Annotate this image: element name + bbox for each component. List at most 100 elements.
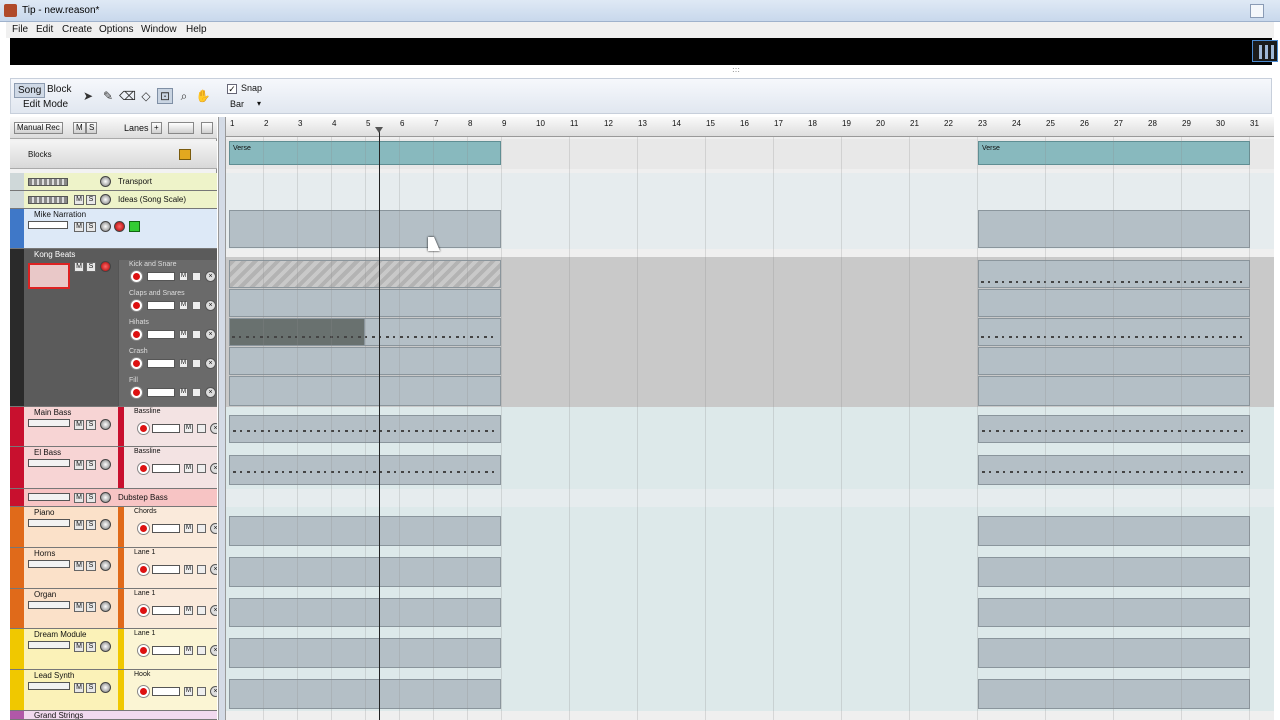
selection-arrow-icon[interactable]: ➤ (80, 88, 96, 104)
solo-button[interactable]: S (86, 561, 96, 571)
close-icon[interactable]: × (205, 271, 216, 282)
lane-solo-button[interactable] (192, 330, 201, 339)
clip[interactable] (978, 516, 1250, 546)
track-kong-beats[interactable]: Kong Beats M S Kick and Snare M × Claps … (10, 249, 217, 407)
delete-lane-button[interactable] (201, 122, 213, 134)
mute-button[interactable]: M (74, 420, 84, 430)
close-icon[interactable]: × (210, 686, 217, 697)
lane-solo-button[interactable] (192, 388, 201, 397)
song-mode-button[interactable]: Song (14, 83, 46, 98)
clip[interactable] (978, 210, 1250, 248)
close-icon[interactable]: × (205, 300, 216, 311)
lane-solo-button[interactable] (197, 606, 206, 615)
lane-hihats[interactable]: Hihats M × (118, 318, 217, 347)
lane-mute-button[interactable]: M (184, 687, 193, 696)
solo-all-button[interactable]: S (86, 122, 98, 134)
settings-knob-icon[interactable] (100, 641, 111, 652)
settings-knob-icon[interactable] (100, 176, 111, 187)
mute-button[interactable]: M (74, 520, 84, 530)
add-lane-button[interactable]: + (151, 122, 162, 134)
lane-select[interactable] (152, 646, 180, 655)
lane-solo-button[interactable] (197, 687, 206, 696)
dubstep-lane[interactable] (226, 489, 1274, 507)
blocks-lane[interactable]: Verse Verse (226, 139, 1274, 169)
horns-lane[interactable] (226, 548, 1274, 589)
track-transport[interactable]: Transport (10, 173, 217, 191)
lane-solo-button[interactable] (197, 424, 206, 433)
close-icon[interactable]: × (210, 523, 217, 534)
solo-button[interactable]: S (86, 520, 96, 530)
menu-create[interactable]: Create (62, 24, 92, 35)
ideas-lane[interactable] (226, 191, 1274, 209)
lane-select[interactable] (152, 606, 180, 615)
kong-lanes[interactable] (226, 257, 1274, 407)
mute-button[interactable]: M (74, 642, 84, 652)
lane-record-icon[interactable] (131, 358, 142, 369)
lane-hook[interactable]: Hook M × (118, 670, 217, 710)
clip[interactable] (978, 318, 1250, 346)
track-handle[interactable] (10, 173, 24, 190)
transport-lane[interactable] (226, 173, 1274, 191)
solo-button[interactable]: S (86, 460, 96, 470)
close-icon[interactable]: × (210, 423, 217, 434)
mute-button[interactable]: M (74, 195, 84, 205)
menu-options[interactable]: Options (99, 24, 133, 35)
mute-tool-icon[interactable]: ⊡ (157, 88, 173, 104)
close-icon[interactable]: × (205, 358, 216, 369)
lane-mute-button[interactable]: M (179, 330, 188, 339)
lane-select[interactable] (147, 330, 175, 339)
track-el-bass[interactable]: El Bass M S Bassline M × (10, 447, 217, 489)
pencil-icon[interactable]: ✎ (100, 88, 116, 104)
close-icon[interactable]: × (205, 387, 216, 398)
lane-solo-button[interactable] (197, 524, 206, 533)
lane-lane-1[interactable]: Lane 1 M × (118, 589, 217, 628)
close-icon[interactable]: × (210, 564, 217, 575)
track-dubstep-bass[interactable]: M S Dubstep Bass (10, 489, 217, 507)
track-dream-module[interactable]: Dream Module M S Lane 1 M × (10, 629, 217, 670)
mute-button[interactable]: M (74, 683, 84, 693)
track-grand-strings[interactable]: Grand Strings (10, 711, 217, 720)
track-handle[interactable] (10, 670, 24, 710)
lane-record-icon[interactable] (131, 271, 142, 282)
mute-button[interactable]: M (74, 222, 84, 232)
solo-button[interactable]: S (86, 195, 96, 205)
settings-knob-icon[interactable] (100, 459, 111, 470)
solo-button[interactable]: S (86, 642, 96, 652)
blocks-track[interactable]: Blocks (10, 141, 217, 169)
lane-mute-button[interactable]: M (179, 272, 188, 281)
narration-lane[interactable] (226, 209, 1274, 249)
clip[interactable] (978, 415, 1250, 443)
menu-file[interactable]: File (12, 24, 28, 35)
track-handle[interactable] (10, 209, 24, 248)
maximize-button[interactable] (1250, 4, 1264, 18)
lane-mute-button[interactable]: M (184, 565, 193, 574)
lane-select[interactable] (147, 272, 175, 281)
menu-edit[interactable]: Edit (36, 24, 53, 35)
lane-solo-button[interactable] (192, 301, 201, 310)
clip[interactable] (978, 289, 1250, 317)
razor-icon[interactable]: ◇ (138, 88, 154, 104)
lane-chords[interactable]: Chords M × (118, 507, 217, 547)
settings-knob-icon[interactable] (100, 601, 111, 612)
hand-icon[interactable]: ✋ (195, 88, 211, 104)
solo-button[interactable]: S (86, 420, 96, 430)
settings-knob-icon[interactable] (100, 221, 111, 232)
snap-checkbox[interactable]: ✓ (227, 84, 237, 94)
arrange-view[interactable]: 1 2 3 4 5 6 7 8 9 10 11 12 13 14 15 16 1… (226, 117, 1274, 720)
lane-mute-button[interactable]: M (179, 359, 188, 368)
rack-toggle-button[interactable] (1252, 40, 1278, 62)
lane-record-icon[interactable] (138, 605, 149, 616)
lane-options-button[interactable] (168, 122, 194, 134)
menu-window[interactable]: Window (141, 24, 177, 35)
bar-ruler[interactable]: 1 2 3 4 5 6 7 8 9 10 11 12 13 14 15 16 1… (226, 117, 1274, 137)
track-handle[interactable] (10, 191, 24, 208)
track-main-bass[interactable]: Main Bass M S Bassline M × (10, 407, 217, 447)
lane-record-icon[interactable] (138, 423, 149, 434)
mute-button[interactable]: M (74, 561, 84, 571)
lane-record-icon[interactable] (131, 387, 142, 398)
organ-lane[interactable] (226, 589, 1274, 629)
manual-rec-button[interactable]: Manual Rec (14, 122, 63, 134)
solo-button[interactable]: S (86, 222, 96, 232)
lane-record-icon[interactable] (138, 564, 149, 575)
mute-button[interactable]: M (74, 493, 84, 503)
